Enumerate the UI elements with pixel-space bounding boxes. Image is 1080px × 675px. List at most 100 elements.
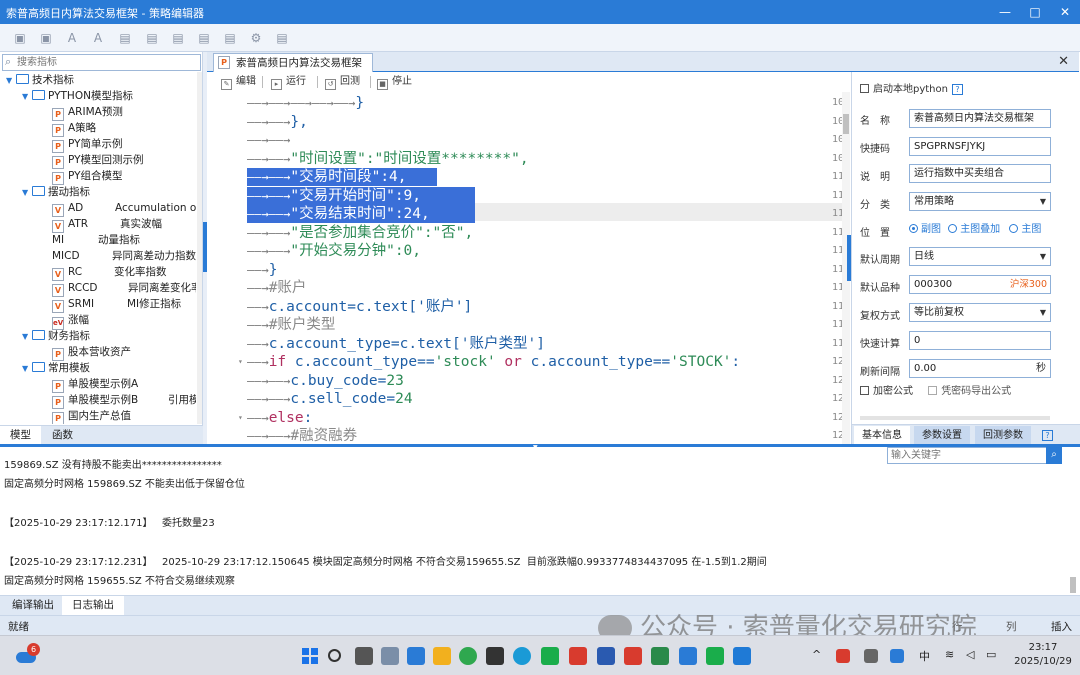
tree-item[interactable]: P 国内生产总值 xyxy=(52,408,131,424)
chevron-down-icon[interactable]: ▼ xyxy=(22,185,32,201)
run-button[interactable]: ▸ 运行 xyxy=(271,75,306,90)
log-search-input[interactable] xyxy=(891,449,1041,462)
position-option-overlay[interactable]: 主图叠加 xyxy=(948,224,1000,235)
tab-function[interactable]: 函数 xyxy=(42,426,83,445)
tab-compile-output[interactable]: 编译输出 xyxy=(2,596,64,615)
code-editor[interactable]: 106 ——→——→——→——→——→} 107 ——→——→}, 108 ——→——→ 1… xyxy=(207,92,850,444)
code-line[interactable]: ——→c.account=c.text['账户'] xyxy=(247,298,472,316)
vscode-icon[interactable] xyxy=(733,647,751,665)
indicator-search-input[interactable] xyxy=(17,56,197,69)
code-line[interactable]: ——→——→"交易开始时间":9, xyxy=(247,187,421,205)
indent-icon[interactable]: ▤ xyxy=(222,30,238,46)
minimize-button[interactable]: — xyxy=(990,2,1020,22)
tray-app-icon[interactable] xyxy=(864,649,878,663)
chevron-down-icon[interactable]: ▼ xyxy=(22,329,32,345)
fold-icon[interactable]: ▾ xyxy=(238,413,243,422)
help-icon[interactable]: ? xyxy=(951,84,963,95)
export-icon[interactable]: ▤ xyxy=(274,30,290,46)
wechat-icon[interactable] xyxy=(706,647,724,665)
stop-button[interactable]: ■ 停止 xyxy=(377,75,412,90)
save-all-icon[interactable]: ▣ xyxy=(38,30,54,46)
enable-local-python[interactable]: 启动本地python? xyxy=(860,80,963,100)
weather-widget[interactable]: 6 xyxy=(16,643,40,664)
close-document-icon[interactable]: ✕ xyxy=(1058,54,1069,69)
tray-app-icon[interactable] xyxy=(890,649,904,663)
terminal-icon[interactable] xyxy=(651,647,669,665)
trading-app-icon[interactable] xyxy=(597,647,615,665)
position-option-subchart[interactable]: 副图 xyxy=(909,224,941,235)
properties-hscrollbar[interactable] xyxy=(860,416,1050,420)
tray-app-icon[interactable] xyxy=(836,649,850,663)
tree-item[interactable]: P ARIMA预测 xyxy=(52,104,123,121)
edit-button[interactable]: ✎ 编辑 xyxy=(221,75,256,90)
tree-item[interactable]: V RCCD xyxy=(52,280,98,297)
tree-item[interactable]: P PY组合模型 xyxy=(52,168,123,185)
chrome-icon[interactable] xyxy=(459,647,477,665)
replace-icon[interactable]: ▤ xyxy=(196,30,212,46)
enable-python-checkbox[interactable] xyxy=(860,84,869,93)
editor-scroll-thumb[interactable] xyxy=(843,114,849,134)
start-icon[interactable] xyxy=(302,648,318,664)
tree-folder[interactable]: ▼ 摆动指标 xyxy=(22,184,90,200)
tree-folder[interactable]: ▼ 技术指标 xyxy=(6,72,74,88)
export-checkbox[interactable]: 凭密码导出公式 xyxy=(928,386,1011,397)
tree-item[interactable]: MICD xyxy=(52,248,80,264)
edge-icon[interactable] xyxy=(513,647,531,665)
code-line[interactable]: ——→——→c.buy_code=23 xyxy=(247,372,404,390)
tree-item[interactable]: P 单股模型示例A xyxy=(52,376,138,393)
app-icon[interactable] xyxy=(486,647,504,665)
tree-item[interactable]: eV 涨幅 xyxy=(52,312,89,330)
code-line[interactable]: ——→——→——→——→——→} xyxy=(247,94,364,112)
code-line[interactable]: ——→if c.account_type=='stock' or c.accou… xyxy=(247,353,740,371)
clock[interactable]: 23:17 2025/10/29 xyxy=(1013,641,1073,669)
tree-item[interactable]: P PY模型回测示例 xyxy=(52,152,144,169)
log-search[interactable]: ⌕ xyxy=(887,447,1062,464)
tree-item[interactable]: P A策略 xyxy=(52,120,96,137)
search-icon[interactable]: ⌕ xyxy=(1046,447,1062,464)
code-line[interactable]: ——→——→ xyxy=(247,131,290,149)
code-line[interactable]: ——→——→"是否参加集合竞价":"否", xyxy=(247,224,473,242)
find-icon[interactable]: ▤ xyxy=(170,30,186,46)
paste-icon[interactable]: ▤ xyxy=(144,30,160,46)
log-scroll-thumb[interactable] xyxy=(1070,577,1076,593)
tree-scrollbar[interactable] xyxy=(197,72,202,424)
code-line[interactable]: ——→——→"开始交易分钟":0, xyxy=(247,242,421,260)
name-field[interactable]: 索普高频日内算法交易框架 xyxy=(909,109,1051,128)
folder-icon[interactable] xyxy=(433,647,451,665)
mail-icon[interactable] xyxy=(407,647,425,665)
tree-folder[interactable]: ▼ 常用模板 xyxy=(22,360,90,376)
log-scrollbar[interactable] xyxy=(1068,465,1078,593)
app-icon[interactable] xyxy=(679,647,697,665)
tree-item[interactable]: P 单股模型示例B xyxy=(52,392,138,409)
period-select[interactable]: 日线 ▼ xyxy=(909,247,1051,266)
tree-item[interactable]: P PY简单示例 xyxy=(52,136,123,153)
font-larger-icon[interactable]: A xyxy=(90,30,106,46)
maximize-button[interactable]: □ xyxy=(1020,2,1050,22)
settings-icon[interactable]: ⚙ xyxy=(248,30,264,46)
tree-item[interactable]: V SRMI xyxy=(52,296,94,313)
backtest-button[interactable]: ↺ 回测 xyxy=(325,75,360,90)
battery-icon[interactable]: ▭ xyxy=(986,648,996,661)
volume-icon[interactable]: ◁ xyxy=(966,648,974,661)
chevron-down-icon[interactable]: ▼ xyxy=(6,73,16,89)
code-line[interactable]: ——→——→#融资融券 xyxy=(247,427,357,444)
search-icon[interactable] xyxy=(328,649,341,662)
tree-item[interactable]: V RC xyxy=(52,264,82,281)
close-button[interactable]: ✕ xyxy=(1050,2,1080,22)
chevron-up-icon[interactable]: ^ xyxy=(812,648,821,661)
shortcut-field[interactable]: SPGPRNSFJYKJ xyxy=(909,137,1051,156)
wifi-icon[interactable]: ≋ xyxy=(945,648,954,661)
code-line[interactable]: ——→——→"交易结束时间":24, xyxy=(247,205,430,223)
tab-parameters[interactable]: 参数设置 xyxy=(914,426,970,445)
description-field[interactable]: 运行指数中买卖组合 xyxy=(909,164,1051,183)
tab-strategy-document[interactable]: P 索普高频日内算法交易框架 xyxy=(213,53,373,72)
tab-backtest-params[interactable]: 回测参数 xyxy=(975,426,1031,445)
code-line[interactable]: ——→#账户 xyxy=(247,279,306,297)
encrypt-checkbox[interactable]: 加密公式 xyxy=(860,386,913,397)
copy-icon[interactable]: ▤ xyxy=(117,30,133,46)
code-line[interactable]: ——→——→}, xyxy=(247,113,308,131)
tree-item[interactable]: V AD xyxy=(52,200,83,217)
chevron-down-icon[interactable]: ▼ xyxy=(22,361,32,377)
tree-item[interactable]: MI xyxy=(52,232,64,248)
app-icon[interactable] xyxy=(624,647,642,665)
